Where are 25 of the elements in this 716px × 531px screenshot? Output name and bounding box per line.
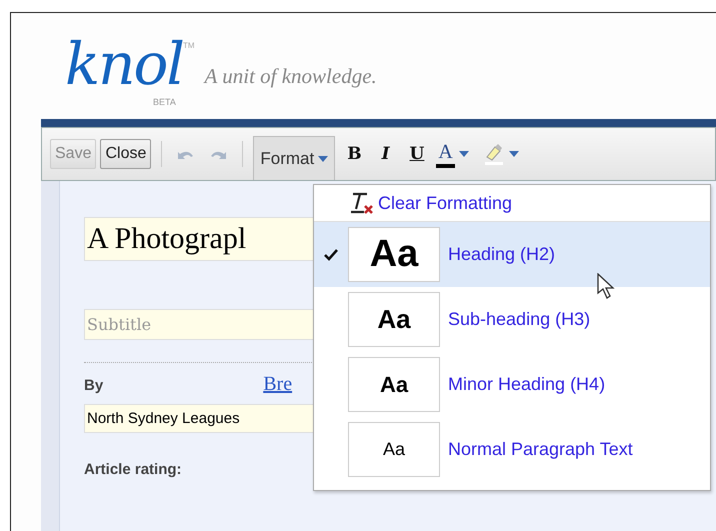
italic-button[interactable]: I bbox=[374, 142, 398, 166]
caret-icon[interactable] bbox=[508, 151, 519, 157]
caret-icon[interactable] bbox=[458, 151, 469, 157]
article-rating-label: Article rating: bbox=[84, 461, 183, 478]
text-color-button[interactable]: A bbox=[436, 140, 455, 168]
mouse-cursor-icon bbox=[597, 273, 615, 301]
highlighter-icon[interactable] bbox=[482, 143, 505, 165]
knol-logo: knol bbox=[65, 33, 183, 95]
author-link[interactable]: Bre bbox=[263, 373, 292, 396]
beta-label: BETA bbox=[153, 97, 176, 107]
format-menu-item[interactable]: Aa Heading (H2) bbox=[314, 222, 710, 287]
format-button[interactable]: Format bbox=[253, 136, 336, 180]
underline-button[interactable]: U bbox=[402, 142, 432, 166]
clear-formatting-icon bbox=[350, 191, 376, 215]
style-preview: Aa bbox=[348, 292, 440, 347]
tagline: A unit of knowledge. bbox=[204, 64, 377, 89]
style-preview: Aa bbox=[348, 357, 440, 412]
style-preview: Aa bbox=[348, 422, 440, 477]
by-label: By bbox=[84, 377, 104, 394]
checkmark-icon bbox=[324, 248, 338, 260]
bold-button[interactable]: B bbox=[339, 142, 370, 166]
style-preview: Aa bbox=[348, 227, 440, 282]
caret-icon bbox=[318, 156, 328, 162]
close-button[interactable]: Close bbox=[100, 139, 152, 169]
trademark: TM bbox=[182, 41, 195, 50]
